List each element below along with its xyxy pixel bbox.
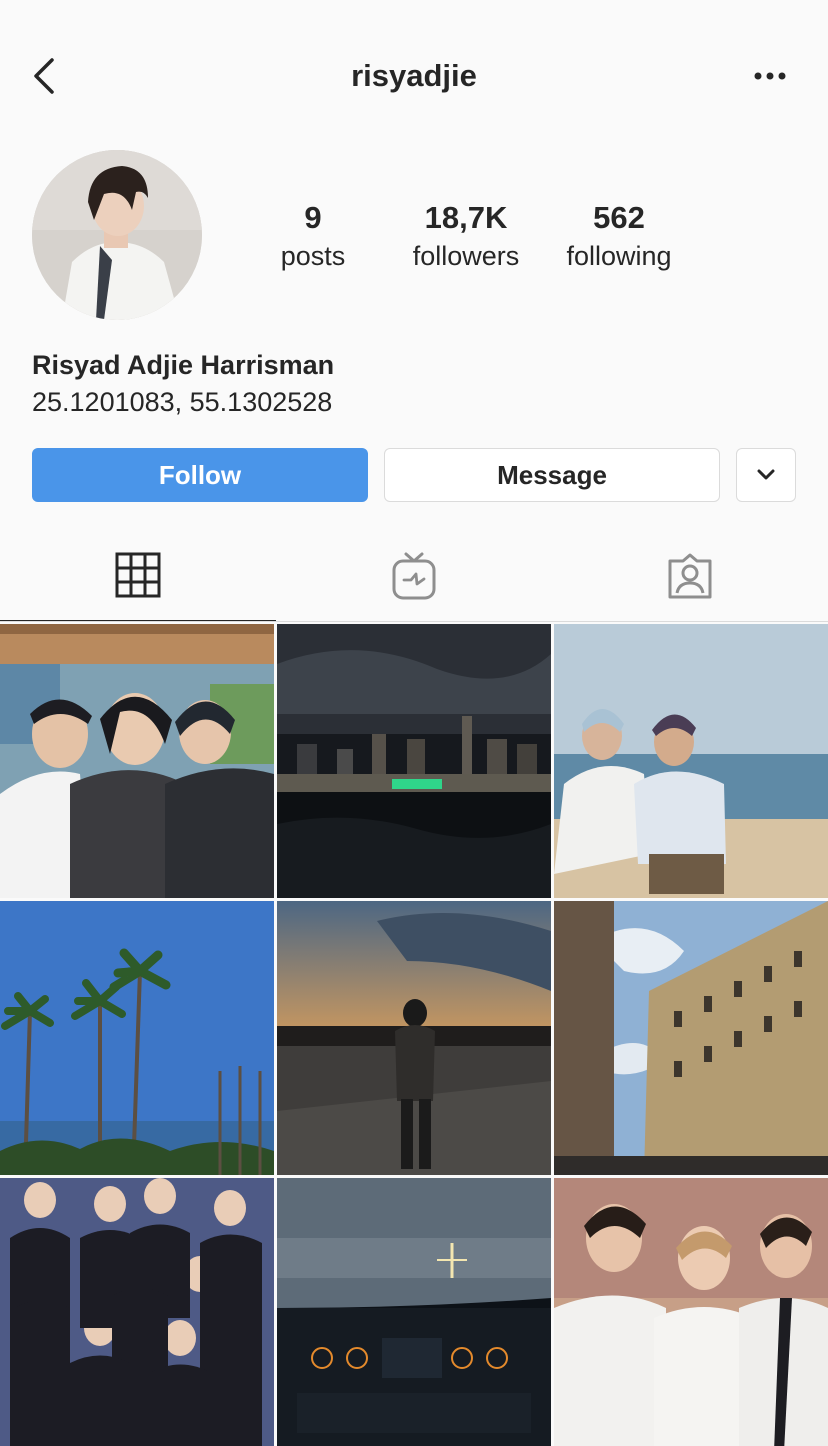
profile-tabs — [0, 530, 828, 624]
post-thumbnail[interactable] — [277, 1178, 551, 1446]
tab-tagged[interactable] — [552, 530, 828, 622]
follow-button[interactable]: Follow — [32, 448, 368, 502]
posts-count: 9 — [304, 200, 322, 235]
post-thumbnail[interactable] — [0, 901, 274, 1175]
post-thumbnail[interactable] — [277, 624, 551, 898]
profile-full-name: Risyad Adjie Harrisman — [32, 350, 335, 380]
more-horizontal-icon — [754, 72, 786, 80]
top-bar: risyadjie — [0, 0, 828, 150]
post-thumbnail[interactable] — [0, 624, 274, 898]
post-thumbnail[interactable] — [0, 1178, 274, 1446]
posts-label: posts — [280, 241, 346, 271]
post-thumbnail[interactable] — [554, 624, 828, 898]
tagged-icon — [668, 553, 712, 599]
tabs-divider — [0, 621, 828, 622]
tab-posts-grid[interactable] — [0, 530, 276, 622]
tab-igtv[interactable] — [276, 530, 552, 622]
profile-bio: 25.1201083, 55.1302528 — [32, 387, 333, 417]
more-options-button[interactable] — [748, 60, 792, 92]
chevron-down-icon — [757, 469, 775, 480]
followers-label: followers — [412, 241, 520, 271]
igtv-icon — [392, 552, 436, 600]
following-count: 562 — [593, 200, 645, 235]
followers-count: 18,7K — [424, 200, 508, 235]
message-button[interactable]: Message — [384, 448, 720, 502]
post-thumbnail[interactable] — [277, 901, 551, 1175]
profile-avatar[interactable] — [32, 150, 202, 320]
following-stat[interactable]: 562 following — [539, 198, 699, 274]
followers-stat[interactable]: 18,7K followers — [386, 198, 546, 274]
suggestions-dropdown-button[interactable] — [736, 448, 796, 502]
following-label: following — [566, 241, 672, 271]
profile-username: risyadjie — [351, 58, 477, 93]
post-thumbnail[interactable] — [554, 901, 828, 1175]
grid-icon — [115, 552, 161, 598]
post-thumbnail[interactable] — [554, 1178, 828, 1446]
posts-stat[interactable]: 9 posts — [233, 198, 393, 274]
